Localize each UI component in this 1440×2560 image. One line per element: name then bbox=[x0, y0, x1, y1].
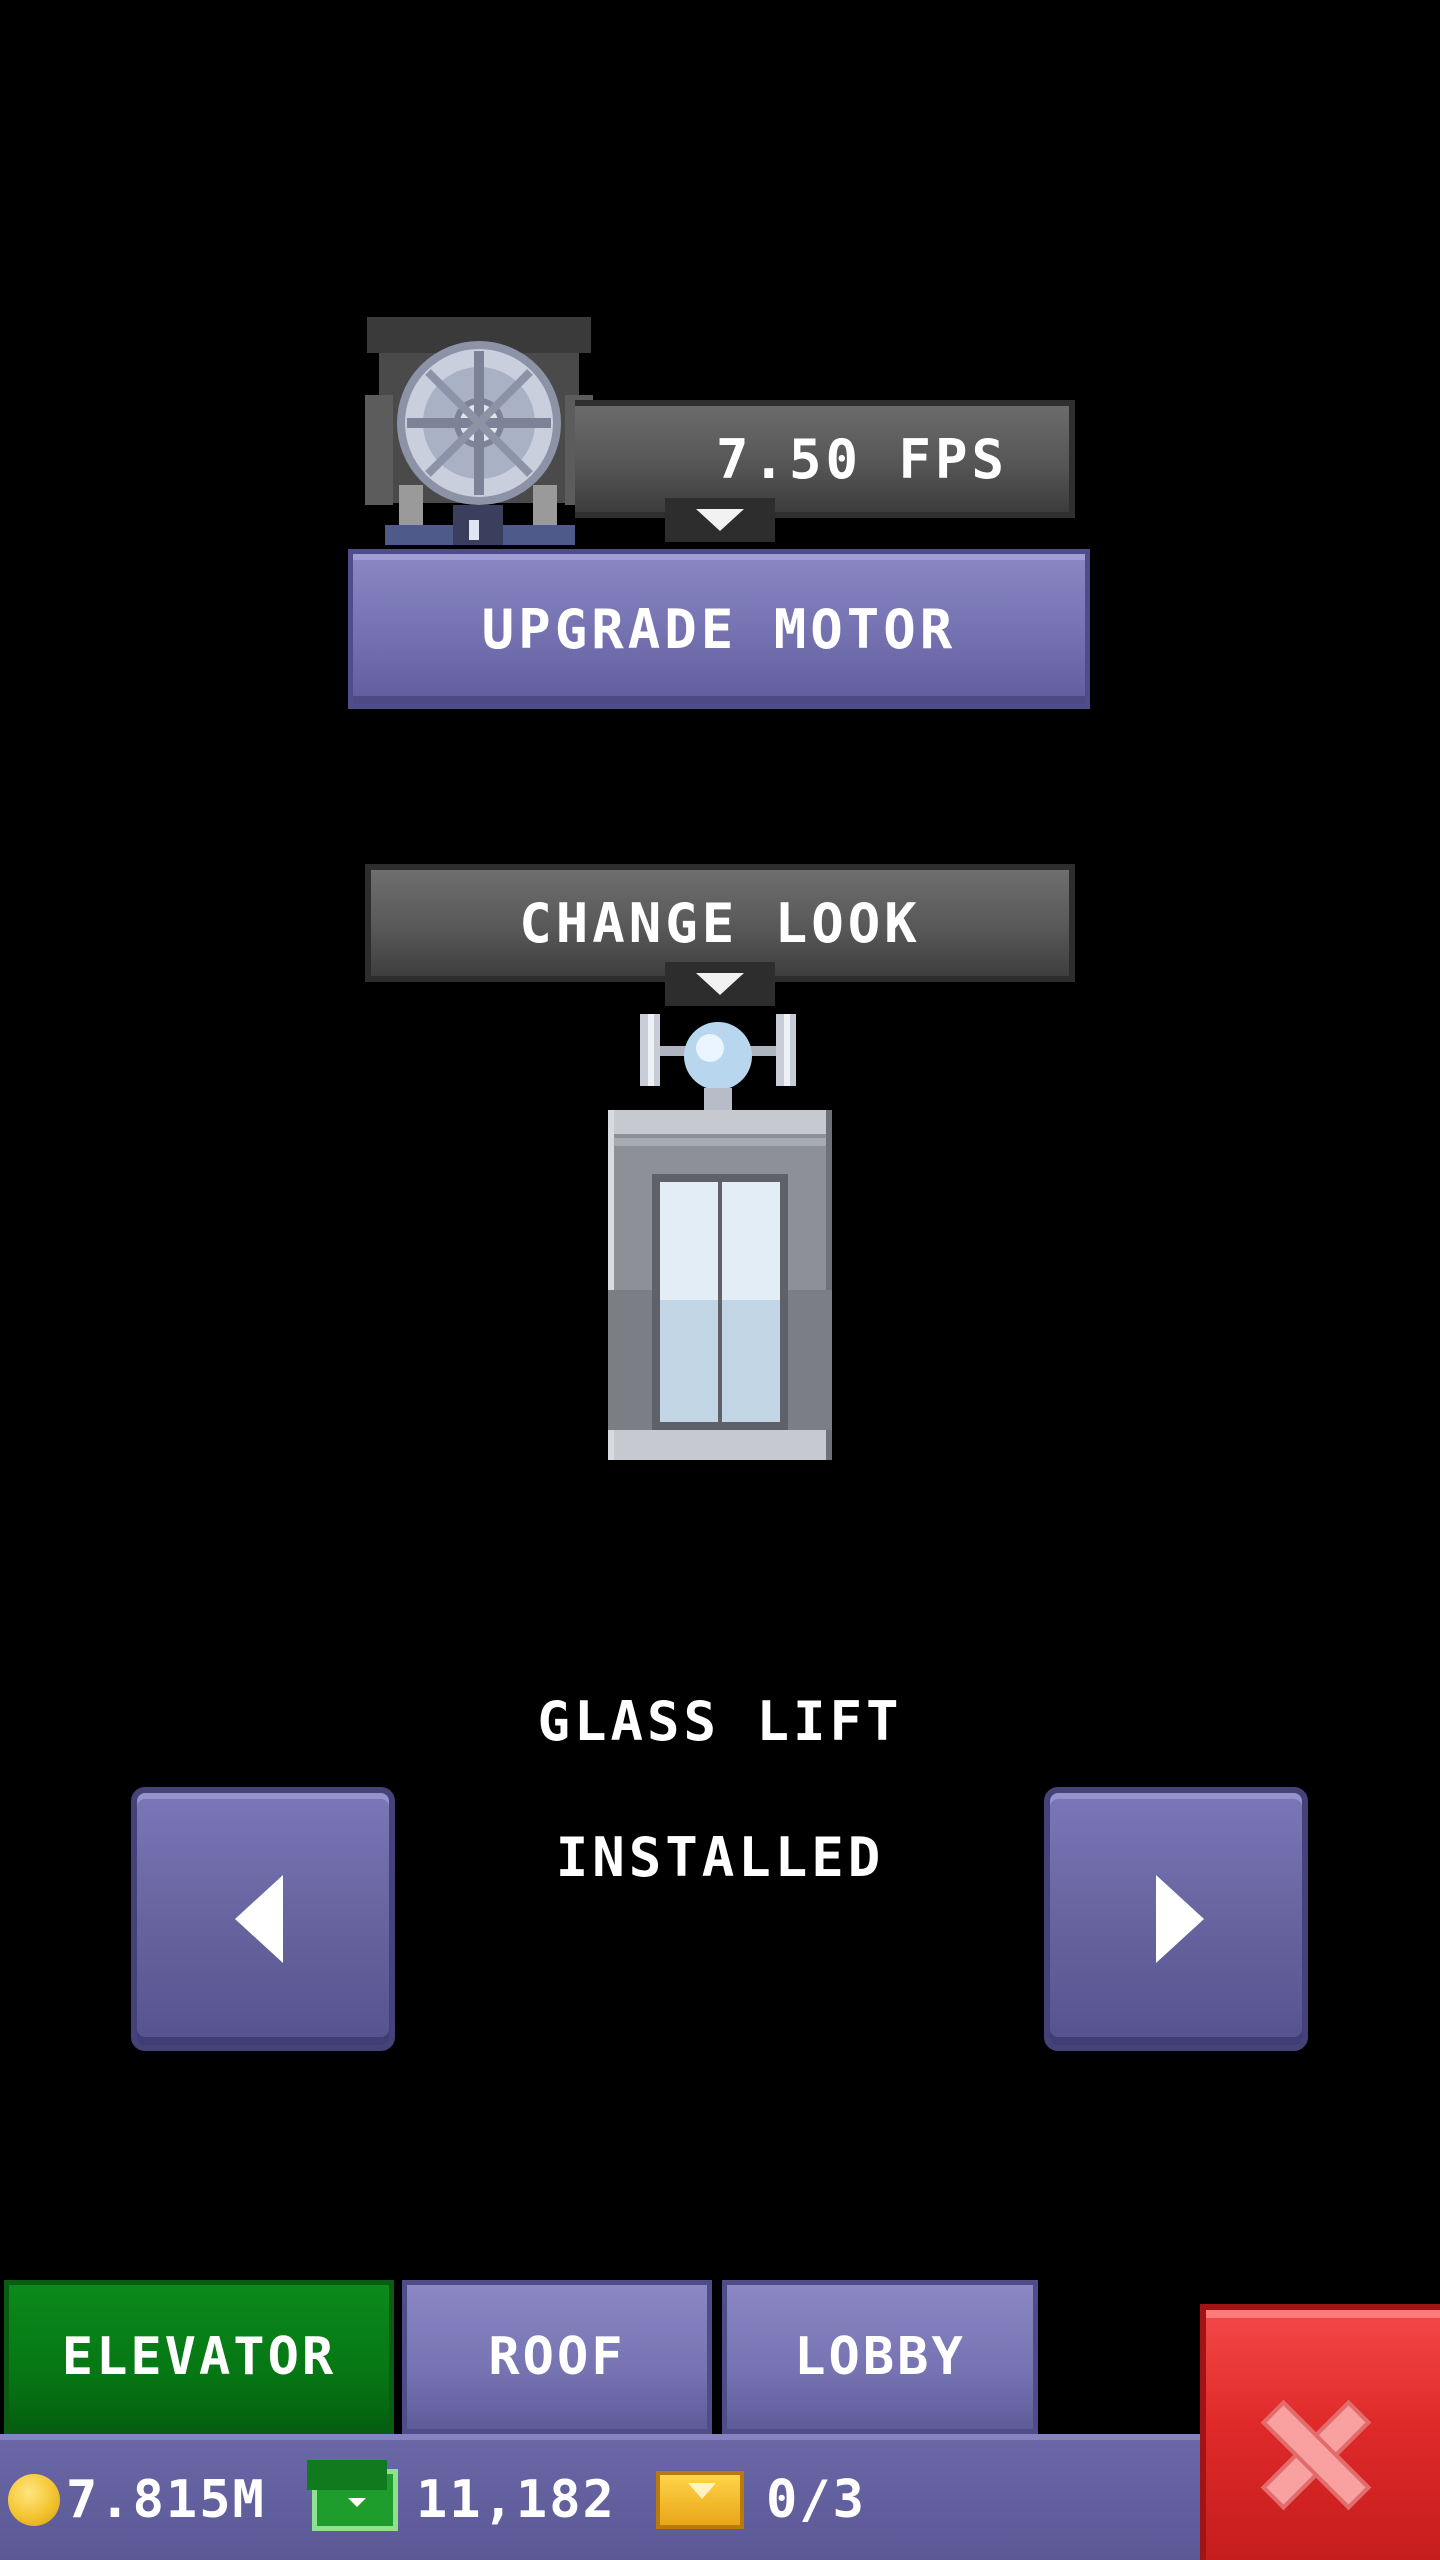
close-button[interactable] bbox=[1200, 2304, 1440, 2560]
arrow-right-icon bbox=[1156, 1875, 1204, 1963]
motor-speed-display: 7.50 FPS bbox=[575, 400, 1075, 518]
upgrade-motor-label: UPGRADE MOTOR bbox=[481, 597, 957, 661]
elevator-upgrade-screen: 7.50 FPS UPGRADE MOTOR CHANGE LOOK GLASS… bbox=[0, 0, 1440, 2560]
coins-counter: 7.815M bbox=[8, 2440, 266, 2560]
tab-elevator[interactable]: ELEVATOR bbox=[4, 2280, 394, 2434]
motor-dropdown-tab bbox=[665, 498, 775, 542]
bux-value: 11,182 bbox=[416, 2470, 616, 2530]
tab-lobby-label: LOBBY bbox=[794, 2327, 966, 2387]
motor-icon bbox=[365, 317, 593, 545]
bux-icon bbox=[307, 2460, 398, 2531]
bux-counter: 11,182 bbox=[307, 2440, 616, 2560]
chevron-down-icon bbox=[696, 509, 744, 531]
coin-icon bbox=[8, 2474, 60, 2526]
close-icon bbox=[1260, 2399, 1372, 2511]
tickets-counter: 0/3 bbox=[656, 2440, 866, 2560]
look-dropdown-tab bbox=[665, 962, 775, 1006]
elevator-icon bbox=[608, 1014, 832, 1460]
tab-roof-label: ROOF bbox=[488, 2327, 626, 2387]
change-look-label: CHANGE LOOK bbox=[519, 891, 921, 955]
model-name: GLASS LIFT bbox=[537, 1690, 903, 1753]
ticket-icon bbox=[656, 2471, 744, 2529]
motor-speed-label: 7.50 FPS bbox=[715, 427, 1009, 491]
tab-elevator-label: ELEVATOR bbox=[61, 2327, 337, 2387]
model-status: INSTALLED bbox=[555, 1826, 885, 1889]
previous-look-button[interactable] bbox=[131, 1787, 395, 2051]
upgrade-motor-button[interactable]: UPGRADE MOTOR bbox=[348, 549, 1090, 709]
tickets-value: 0/3 bbox=[766, 2470, 866, 2530]
chevron-down-icon bbox=[696, 973, 744, 995]
next-look-button[interactable] bbox=[1044, 1787, 1308, 2051]
arrow-left-icon bbox=[235, 1875, 283, 1963]
coins-value: 7.815M bbox=[66, 2470, 266, 2530]
tab-lobby[interactable]: LOBBY bbox=[722, 2280, 1038, 2434]
tab-roof[interactable]: ROOF bbox=[402, 2280, 712, 2434]
currency-status-bar: 7.815M 11,182 0/3 bbox=[0, 2434, 1210, 2560]
